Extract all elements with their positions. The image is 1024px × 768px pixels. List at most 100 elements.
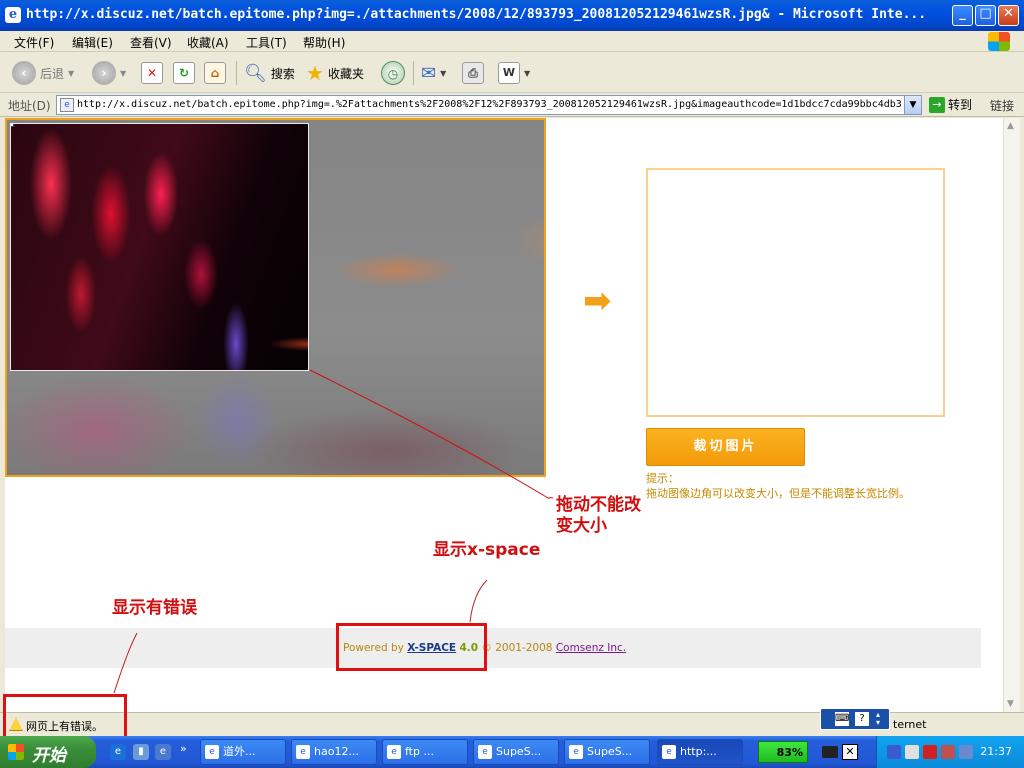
clock[interactable]: 21:37 bbox=[980, 745, 1012, 758]
history-button[interactable]: ◷ bbox=[381, 60, 405, 86]
hint-text: 拖动图像边角可以改变大小，但是不能调整长宽比例。 bbox=[646, 487, 910, 500]
menu-edit[interactable]: 编辑(E) bbox=[72, 34, 113, 51]
menu-bar: 文件(F) 编辑(E) 查看(V) 收藏(A) 工具(T) 帮助(H) bbox=[0, 31, 1024, 52]
crop-handle[interactable] bbox=[11, 124, 14, 127]
annotation-xspace: 显示x-space bbox=[433, 540, 541, 560]
windows-logo-icon bbox=[988, 32, 1010, 51]
task-button[interactable]: e ftp ... bbox=[382, 739, 468, 765]
ie-icon: e bbox=[5, 7, 21, 23]
ime-arrows-icon[interactable]: ▴ ▾ bbox=[876, 711, 880, 727]
forward-dropdown-icon[interactable]: ▼ bbox=[120, 69, 126, 78]
tray-app-icon[interactable] bbox=[905, 745, 919, 759]
scroll-down-icon[interactable]: ▼ bbox=[1007, 699, 1014, 709]
maximize-button[interactable]: □ bbox=[975, 5, 996, 26]
tray-shield-icon[interactable] bbox=[923, 745, 937, 759]
menu-tools[interactable]: 工具(T) bbox=[246, 34, 287, 51]
address-input[interactable]: e http://x.discuz.net/batch.epitome.php?… bbox=[56, 95, 922, 115]
print-button[interactable]: ⎙ bbox=[462, 60, 484, 86]
home-icon: ⌂ bbox=[204, 62, 226, 84]
word-icon: W bbox=[498, 62, 520, 84]
back-button[interactable]: ‹ 后退 ▼ bbox=[12, 60, 74, 86]
toolbar-separator bbox=[413, 61, 414, 85]
start-label: 开始 bbox=[32, 746, 66, 766]
menu-view[interactable]: 查看(V) bbox=[130, 34, 172, 51]
page-viewport: ➡ 裁切图片 提示： 拖动图像边角可以改变大小，但是不能调整长宽比例。 Powe… bbox=[5, 118, 1003, 712]
menu-favorites[interactable]: 收藏(A) bbox=[187, 34, 229, 51]
task-button[interactable]: e SupeS... bbox=[564, 739, 650, 765]
help-icon[interactable]: ? bbox=[855, 712, 869, 726]
task-button[interactable]: e SupeS... bbox=[473, 739, 559, 765]
quicklaunch-more-icon[interactable]: » bbox=[180, 742, 187, 755]
task-icon: e bbox=[205, 745, 219, 759]
task-icon: e bbox=[296, 745, 310, 759]
annotation-box-footer bbox=[336, 623, 487, 671]
task-button[interactable]: e hao12... bbox=[291, 739, 377, 765]
crop-image-button[interactable]: 裁切图片 bbox=[646, 428, 805, 466]
crop-selection[interactable] bbox=[10, 123, 309, 371]
system-tray: 21:37 bbox=[876, 736, 1024, 768]
vertical-scrollbar[interactable]: ▲ ▼ bbox=[1003, 118, 1020, 712]
annotation-drag-line2: 变大小 bbox=[556, 516, 607, 536]
network-icon[interactable]: ✕ bbox=[842, 744, 858, 760]
go-button[interactable]: → 转到 bbox=[929, 96, 972, 113]
task-icon: e bbox=[478, 745, 492, 759]
quicklaunch-app-icon[interactable]: e bbox=[155, 744, 171, 760]
start-button[interactable]: 开始 bbox=[0, 736, 96, 768]
mail-dropdown-icon[interactable]: ▼ bbox=[440, 69, 446, 78]
menu-file[interactable]: 文件(F) bbox=[14, 34, 54, 51]
address-dropdown-icon[interactable]: ▼ bbox=[904, 96, 921, 114]
task-icon: e bbox=[387, 745, 401, 759]
task-icon: e bbox=[662, 745, 676, 759]
minimize-button[interactable]: _ bbox=[952, 5, 973, 26]
back-dropdown-icon[interactable]: ▼ bbox=[68, 69, 74, 78]
refresh-button[interactable]: ↻ bbox=[173, 60, 195, 86]
forward-arrow-icon: › bbox=[92, 61, 116, 85]
task-button[interactable]: e 道外... bbox=[200, 739, 286, 765]
source-photo[interactable] bbox=[5, 118, 546, 477]
quicklaunch-ie-icon[interactable]: e bbox=[110, 744, 126, 760]
comsenz-link[interactable]: Comsenz Inc. bbox=[556, 642, 626, 654]
menu-help[interactable]: 帮助(H) bbox=[303, 34, 345, 51]
home-button[interactable]: ⌂ bbox=[204, 60, 226, 86]
taskbar: 开始 e ▮ e » e 道外... e hao12... e ftp ... e Su… bbox=[0, 736, 1024, 768]
ime-toolbar[interactable]: ⌨ ? ▴ ▾ bbox=[820, 708, 890, 730]
close-button[interactable]: ✕ bbox=[998, 5, 1019, 26]
address-url[interactable]: http://x.discuz.net/batch.epitome.php?im… bbox=[77, 99, 903, 110]
stop-icon: ✕ bbox=[141, 62, 163, 84]
toolbar: ‹ 后退 ▼ › ▼ ✕ ↻ ⌂ 🔍︎ 搜索 ★ 收藏夹 ◷ ✉ ▼ ⎙ W ▼ bbox=[0, 53, 1024, 93]
copyright-text: © 2001-2008 bbox=[478, 642, 556, 654]
search-button[interactable]: 🔍︎ 搜索 bbox=[244, 60, 295, 86]
quicklaunch-media-icon[interactable]: ▮ bbox=[133, 744, 149, 760]
edit-dropdown-icon[interactable]: ▼ bbox=[524, 69, 530, 78]
search-icon: 🔍︎ bbox=[244, 62, 267, 84]
back-arrow-icon: ‹ bbox=[12, 61, 36, 85]
refresh-icon: ↻ bbox=[173, 62, 195, 84]
address-label: 地址(D) bbox=[8, 99, 51, 113]
annotation-box-status bbox=[3, 694, 127, 740]
links-button[interactable]: 链接 bbox=[990, 97, 1014, 114]
keyboard-icon[interactable]: ⌨ bbox=[835, 712, 849, 726]
forward-button[interactable]: › ▼ bbox=[92, 60, 126, 86]
tray-security-icon[interactable] bbox=[941, 745, 955, 759]
page-icon: e bbox=[60, 98, 74, 112]
mail-button[interactable]: ✉ ▼ bbox=[421, 60, 446, 86]
page-footer: Powered by X-SPACE 4.0 © 2001-2008 Comse… bbox=[5, 628, 981, 668]
battery-icon[interactable] bbox=[822, 746, 838, 758]
security-zone: ternet bbox=[893, 718, 927, 731]
task-icon: e bbox=[569, 745, 583, 759]
favorites-button[interactable]: ★ 收藏夹 bbox=[306, 60, 364, 86]
scroll-up-icon[interactable]: ▲ bbox=[1007, 121, 1014, 131]
favorites-label: 收藏夹 bbox=[327, 66, 364, 81]
go-arrow-icon: → bbox=[929, 96, 945, 113]
tray-display-icon[interactable] bbox=[887, 745, 901, 759]
cpu-meter[interactable]: 83% bbox=[758, 741, 808, 763]
stop-button[interactable]: ✕ bbox=[141, 60, 163, 86]
edit-word-button[interactable]: W ▼ bbox=[498, 60, 530, 86]
tray-volume-icon[interactable] bbox=[959, 745, 973, 759]
window-title: http://x.discuz.net/batch.epitome.php?im… bbox=[26, 7, 927, 22]
crop-preview bbox=[646, 168, 945, 417]
annotation-error: 显示有错误 bbox=[112, 598, 197, 618]
task-button-active[interactable]: e http:... bbox=[657, 739, 743, 765]
arrow-right-icon: ➡ bbox=[583, 281, 612, 321]
title-bar[interactable]: e http://x.discuz.net/batch.epitome.php?… bbox=[0, 0, 1024, 31]
